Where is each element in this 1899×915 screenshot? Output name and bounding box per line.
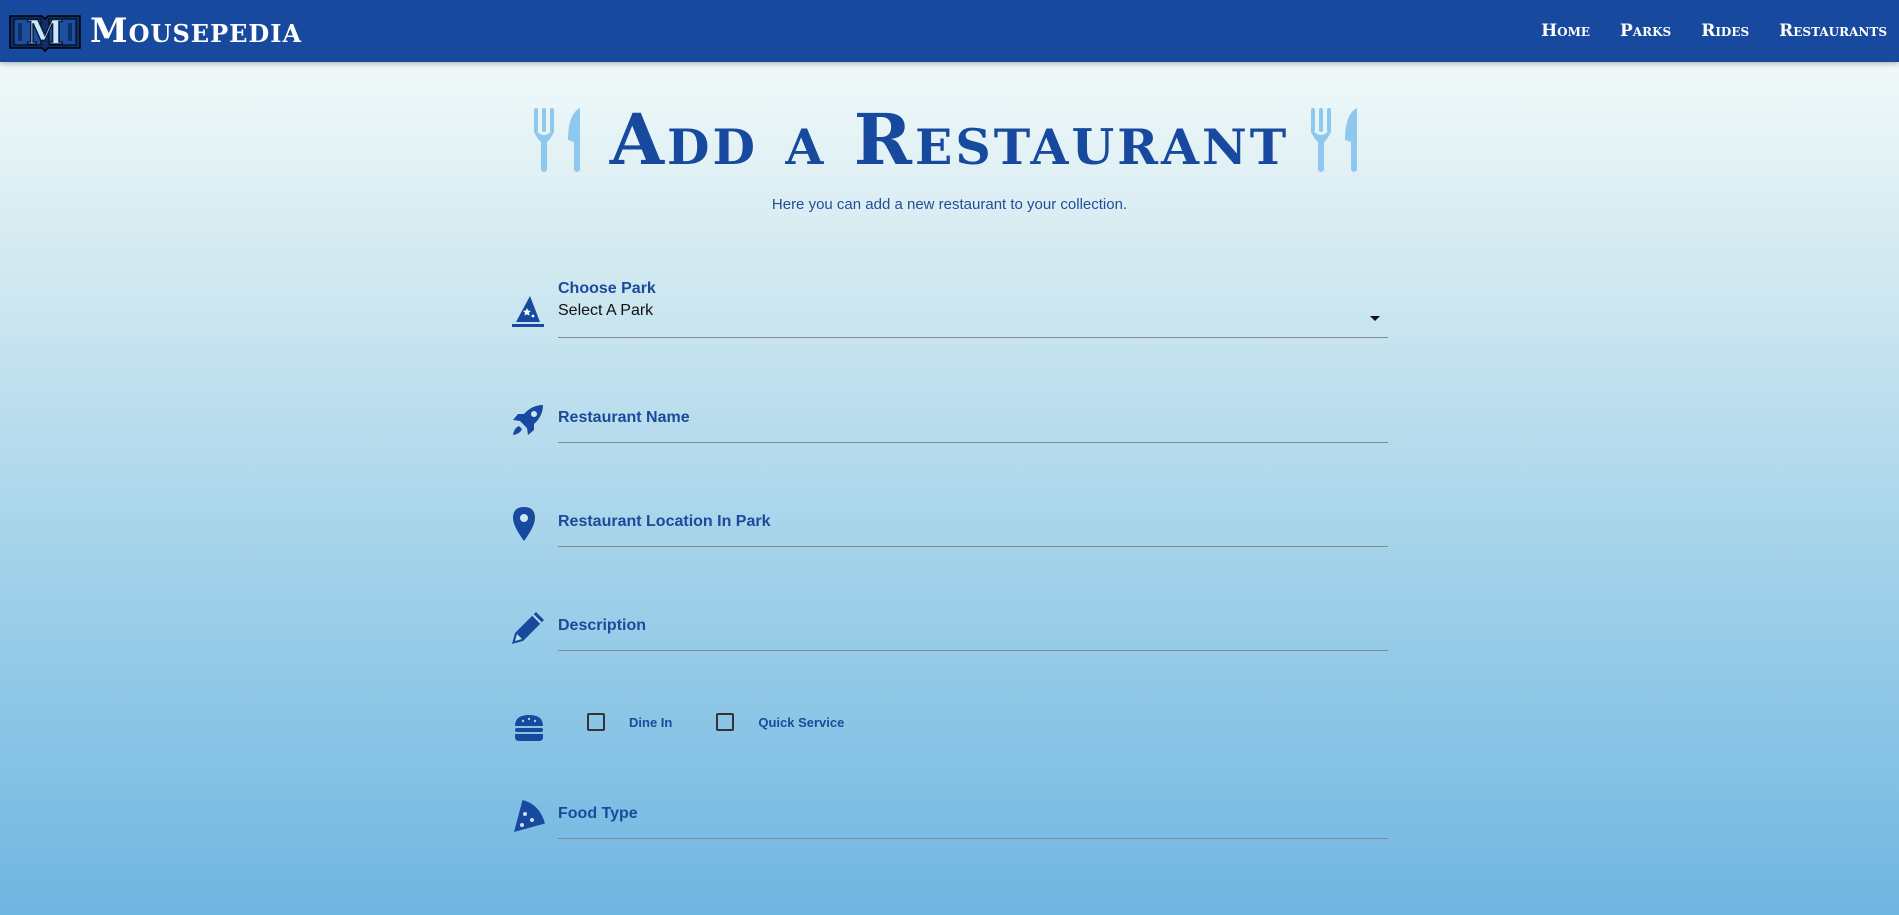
restaurant-name-row: Restaurant Name [510, 402, 1388, 443]
quick-service-checkbox[interactable] [716, 713, 735, 731]
fork-knife-icon [533, 108, 580, 172]
park-row: Choose Park Select A Park [510, 280, 1388, 340]
svg-text:M: M [26, 13, 64, 52]
food-type-row: Food Type [510, 798, 1388, 839]
rocket-icon [513, 405, 543, 435]
location-input[interactable]: Restaurant Location In Park [558, 513, 1388, 547]
food-type-input[interactable]: Food Type [558, 805, 1388, 839]
pizza-icon [514, 800, 545, 832]
dropdown-arrow-icon [1370, 316, 1380, 321]
restaurant-name-input[interactable]: Restaurant Name [558, 409, 1388, 443]
dine-in-option[interactable]: Dine In [587, 713, 672, 731]
location-row: Restaurant Location In Park [510, 506, 1388, 547]
nav-restaurants[interactable]: Restaurants [1779, 21, 1887, 41]
food-type-label: Food Type [558, 805, 638, 822]
quick-service-option[interactable]: Quick Service [716, 713, 844, 731]
page-heading: Add a Restaurant [0, 100, 1899, 180]
map-pin-icon [513, 507, 535, 541]
book-logo-icon: M [9, 12, 81, 52]
brand-name: Mousepedia [90, 11, 303, 51]
description-row: Description [510, 610, 1388, 651]
brand-link[interactable]: M Mousepedia [8, 10, 302, 52]
dine-in-label: Dine In [629, 714, 673, 730]
burger-icon [515, 715, 543, 741]
pencil-icon [512, 612, 544, 644]
location-label: Restaurant Location In Park [558, 513, 771, 530]
nav-parks[interactable]: Parks [1620, 21, 1671, 41]
park-select-value: Select A Park [558, 302, 654, 319]
nav-home[interactable]: Home [1541, 21, 1590, 41]
fork-knife-icon [1311, 108, 1358, 172]
description-input[interactable]: Description [558, 617, 1388, 651]
page-subtitle: Here you can add a new restaurant to you… [771, 196, 1128, 213]
main-nav: Home Parks Rides Restaurants [1511, 0, 1887, 62]
top-navbar: M Mousepedia Home Parks Rides Restaurant… [0, 0, 1899, 62]
restaurant-name-label: Restaurant Name [558, 409, 690, 426]
wizard-hat-icon [512, 296, 544, 327]
nav-rides[interactable]: Rides [1701, 21, 1749, 41]
quick-service-label: Quick Service [758, 714, 845, 730]
dine-in-checkbox[interactable] [587, 713, 605, 731]
service-options: Dine In Quick Service [587, 713, 880, 731]
park-select-label: Choose Park [558, 280, 656, 297]
park-select[interactable]: Choose Park Select A Park [558, 280, 1388, 338]
page-title: Add a Restaurant [609, 98, 1290, 181]
description-label: Description [558, 617, 647, 634]
